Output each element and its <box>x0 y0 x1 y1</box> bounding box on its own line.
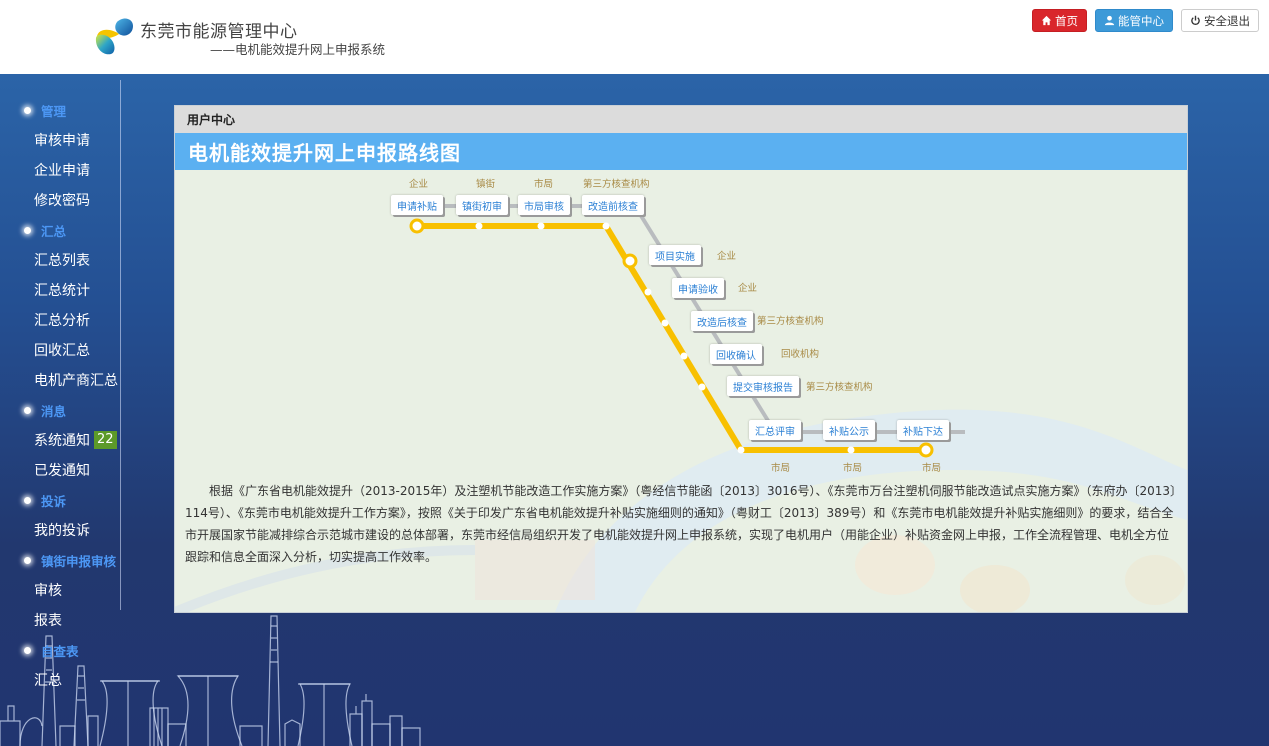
roadmap-step[interactable]: 改造后核查 <box>691 311 753 331</box>
sidebar-item-summary-analysis[interactable]: 汇总分析 <box>0 305 120 335</box>
roadmap-step[interactable]: 镇街初审 <box>456 195 508 215</box>
roadmap-step-role: 镇街 <box>476 179 496 190</box>
sidebar-item-motor-manufacturer-summary[interactable]: 电机产商汇总 <box>0 365 120 395</box>
route-node <box>661 319 669 327</box>
page-title: 电机能效提升网上申报路线图 <box>175 133 1187 170</box>
route-node <box>680 352 688 360</box>
route-node <box>409 218 425 234</box>
roadmap-step-role: 市局 <box>771 463 791 474</box>
roadmap-step[interactable]: 市局审核 <box>518 195 570 215</box>
route-node <box>918 442 934 458</box>
route-node <box>737 446 745 454</box>
roadmap-route <box>405 204 965 458</box>
sidebar-group-complaints[interactable]: 投诉 <box>0 485 120 515</box>
roadmap-step[interactable]: 提交审核报告 <box>727 376 799 396</box>
energy-center-button[interactable]: 能管中心 <box>1095 9 1173 32</box>
roadmap-step-role: 市局 <box>922 463 942 474</box>
home-button-label: 首页 <box>1055 13 1078 28</box>
roadmap-step[interactable]: 汇总评审 <box>749 420 801 440</box>
sidebar-item-sent-notifications[interactable]: 已发通知 <box>0 455 120 485</box>
bullet-icon <box>24 496 31 504</box>
roadmap-step[interactable]: 补贴公示 <box>823 420 875 440</box>
power-icon <box>1191 15 1200 26</box>
logout-button-label: 安全退出 <box>1204 13 1250 28</box>
home-button[interactable]: 首页 <box>1032 9 1087 32</box>
route-node <box>475 222 483 230</box>
route-shadow-line <box>405 204 965 434</box>
route-node <box>847 446 855 454</box>
sidebar-item-self-check-summary[interactable]: 汇总 <box>0 665 120 695</box>
bullet-icon <box>24 646 31 654</box>
bullet-icon <box>24 226 31 234</box>
sidebar-group-label: 自查表 <box>41 643 79 659</box>
route-node <box>537 222 545 230</box>
sidebar-group-label: 投诉 <box>41 493 67 509</box>
sidebar-group-messages[interactable]: 消息 <box>0 395 120 425</box>
roadmap-step[interactable]: 改造前核查 <box>582 195 644 215</box>
logout-button[interactable]: 安全退出 <box>1181 9 1259 32</box>
bullet-icon <box>24 106 31 114</box>
logo-icon <box>95 18 133 55</box>
roadmap-step[interactable]: 回收确认 <box>710 344 762 364</box>
sidebar-item-my-complaints[interactable]: 我的投诉 <box>0 515 120 545</box>
sidebar-item-enterprise-applications[interactable]: 企业申请 <box>0 155 120 185</box>
roadmap-step[interactable]: 申请验收 <box>672 278 724 298</box>
sidebar-item-summary-list[interactable]: 汇总列表 <box>0 245 120 275</box>
sidebar-group-label: 镇街申报审核 <box>41 553 117 569</box>
route-node <box>644 288 652 296</box>
sidebar-group-manage[interactable]: 管理 <box>0 95 120 125</box>
roadmap-step-role: 第三方核查机构 <box>806 382 873 393</box>
panel-header: 用户中心 <box>175 106 1187 133</box>
sidebar-item-summary-statistics[interactable]: 汇总统计 <box>0 275 120 305</box>
roadmap-step[interactable]: 申请补贴 <box>391 195 443 215</box>
sidebar-group-summary[interactable]: 汇总 <box>0 215 120 245</box>
roadmap-step[interactable]: 补贴下达 <box>897 420 949 440</box>
sidebar-item-review[interactable]: 审核 <box>0 575 120 605</box>
sidebar-divider <box>120 80 121 610</box>
bullet-icon <box>24 556 31 564</box>
sidebar-item-change-password[interactable]: 修改密码 <box>0 185 120 215</box>
bullet-icon <box>24 406 31 414</box>
sidebar-group-label: 消息 <box>41 403 67 419</box>
sidebar-item-system-notifications[interactable]: 系统通知 22 <box>0 425 120 455</box>
energy-center-button-label: 能管中心 <box>1118 13 1164 28</box>
roadmap-step-role: 企业 <box>409 179 429 190</box>
sidebar-item-review-applications[interactable]: 审核申请 <box>0 125 120 155</box>
sidebar-item-recycling-summary[interactable]: 回收汇总 <box>0 335 120 365</box>
content-panel: 用户中心 电机能效提升网上申报路线图 申请补贴 企业 镇街初审 镇街 市局审核 市局 改造前… <box>174 105 1188 613</box>
roadmap-step-role: 市局 <box>534 179 554 190</box>
sidebar-item-label: 系统通知 <box>34 433 90 449</box>
roadmap-step-role: 企业 <box>738 283 758 294</box>
roadmap-step-role: 市局 <box>843 463 863 474</box>
sidebar-group-self-check[interactable]: 自查表 <box>0 635 120 665</box>
route-node <box>698 383 706 391</box>
sidebar-group-label: 管理 <box>41 103 67 119</box>
sidebar-group-label: 汇总 <box>41 223 67 239</box>
notification-count-badge: 22 <box>94 431 117 449</box>
system-description: 根据《广东省电机能效提升（2013-2015年）及注塑机节能改造工作实施方案》（… <box>185 484 1177 564</box>
roadmap-area: 申请补贴 企业 镇街初审 镇街 市局审核 市局 改造前核查 第三方核查机构 项目实施 企业 申请验收… <box>175 170 1187 612</box>
sidebar-item-report[interactable]: 报表 <box>0 605 120 635</box>
roadmap-step[interactable]: 项目实施 <box>649 245 701 265</box>
sidebar-group-town-review[interactable]: 镇街申报审核 <box>0 545 120 575</box>
route-node <box>602 222 610 230</box>
roadmap-step-role: 第三方核查机构 <box>757 316 824 327</box>
home-icon <box>1041 15 1052 26</box>
header: 东莞市能源管理中心 ——电机能效提升网上申报系统 首页 能管中心 安全退出 <box>0 0 1269 74</box>
roadmap-step-role: 第三方核查机构 <box>583 179 650 190</box>
roadmap-step-role: 企业 <box>717 251 737 262</box>
system-name: ——电机能效提升网上申报系统 <box>210 42 386 57</box>
roadmap-step-role: 回收机构 <box>781 349 820 360</box>
route-node <box>622 253 638 269</box>
user-icon <box>1104 15 1115 26</box>
sidebar: 管理 审核申请 企业申请 修改密码 汇总 汇总列表 汇总统计 汇总分析 回收汇总… <box>0 95 120 695</box>
